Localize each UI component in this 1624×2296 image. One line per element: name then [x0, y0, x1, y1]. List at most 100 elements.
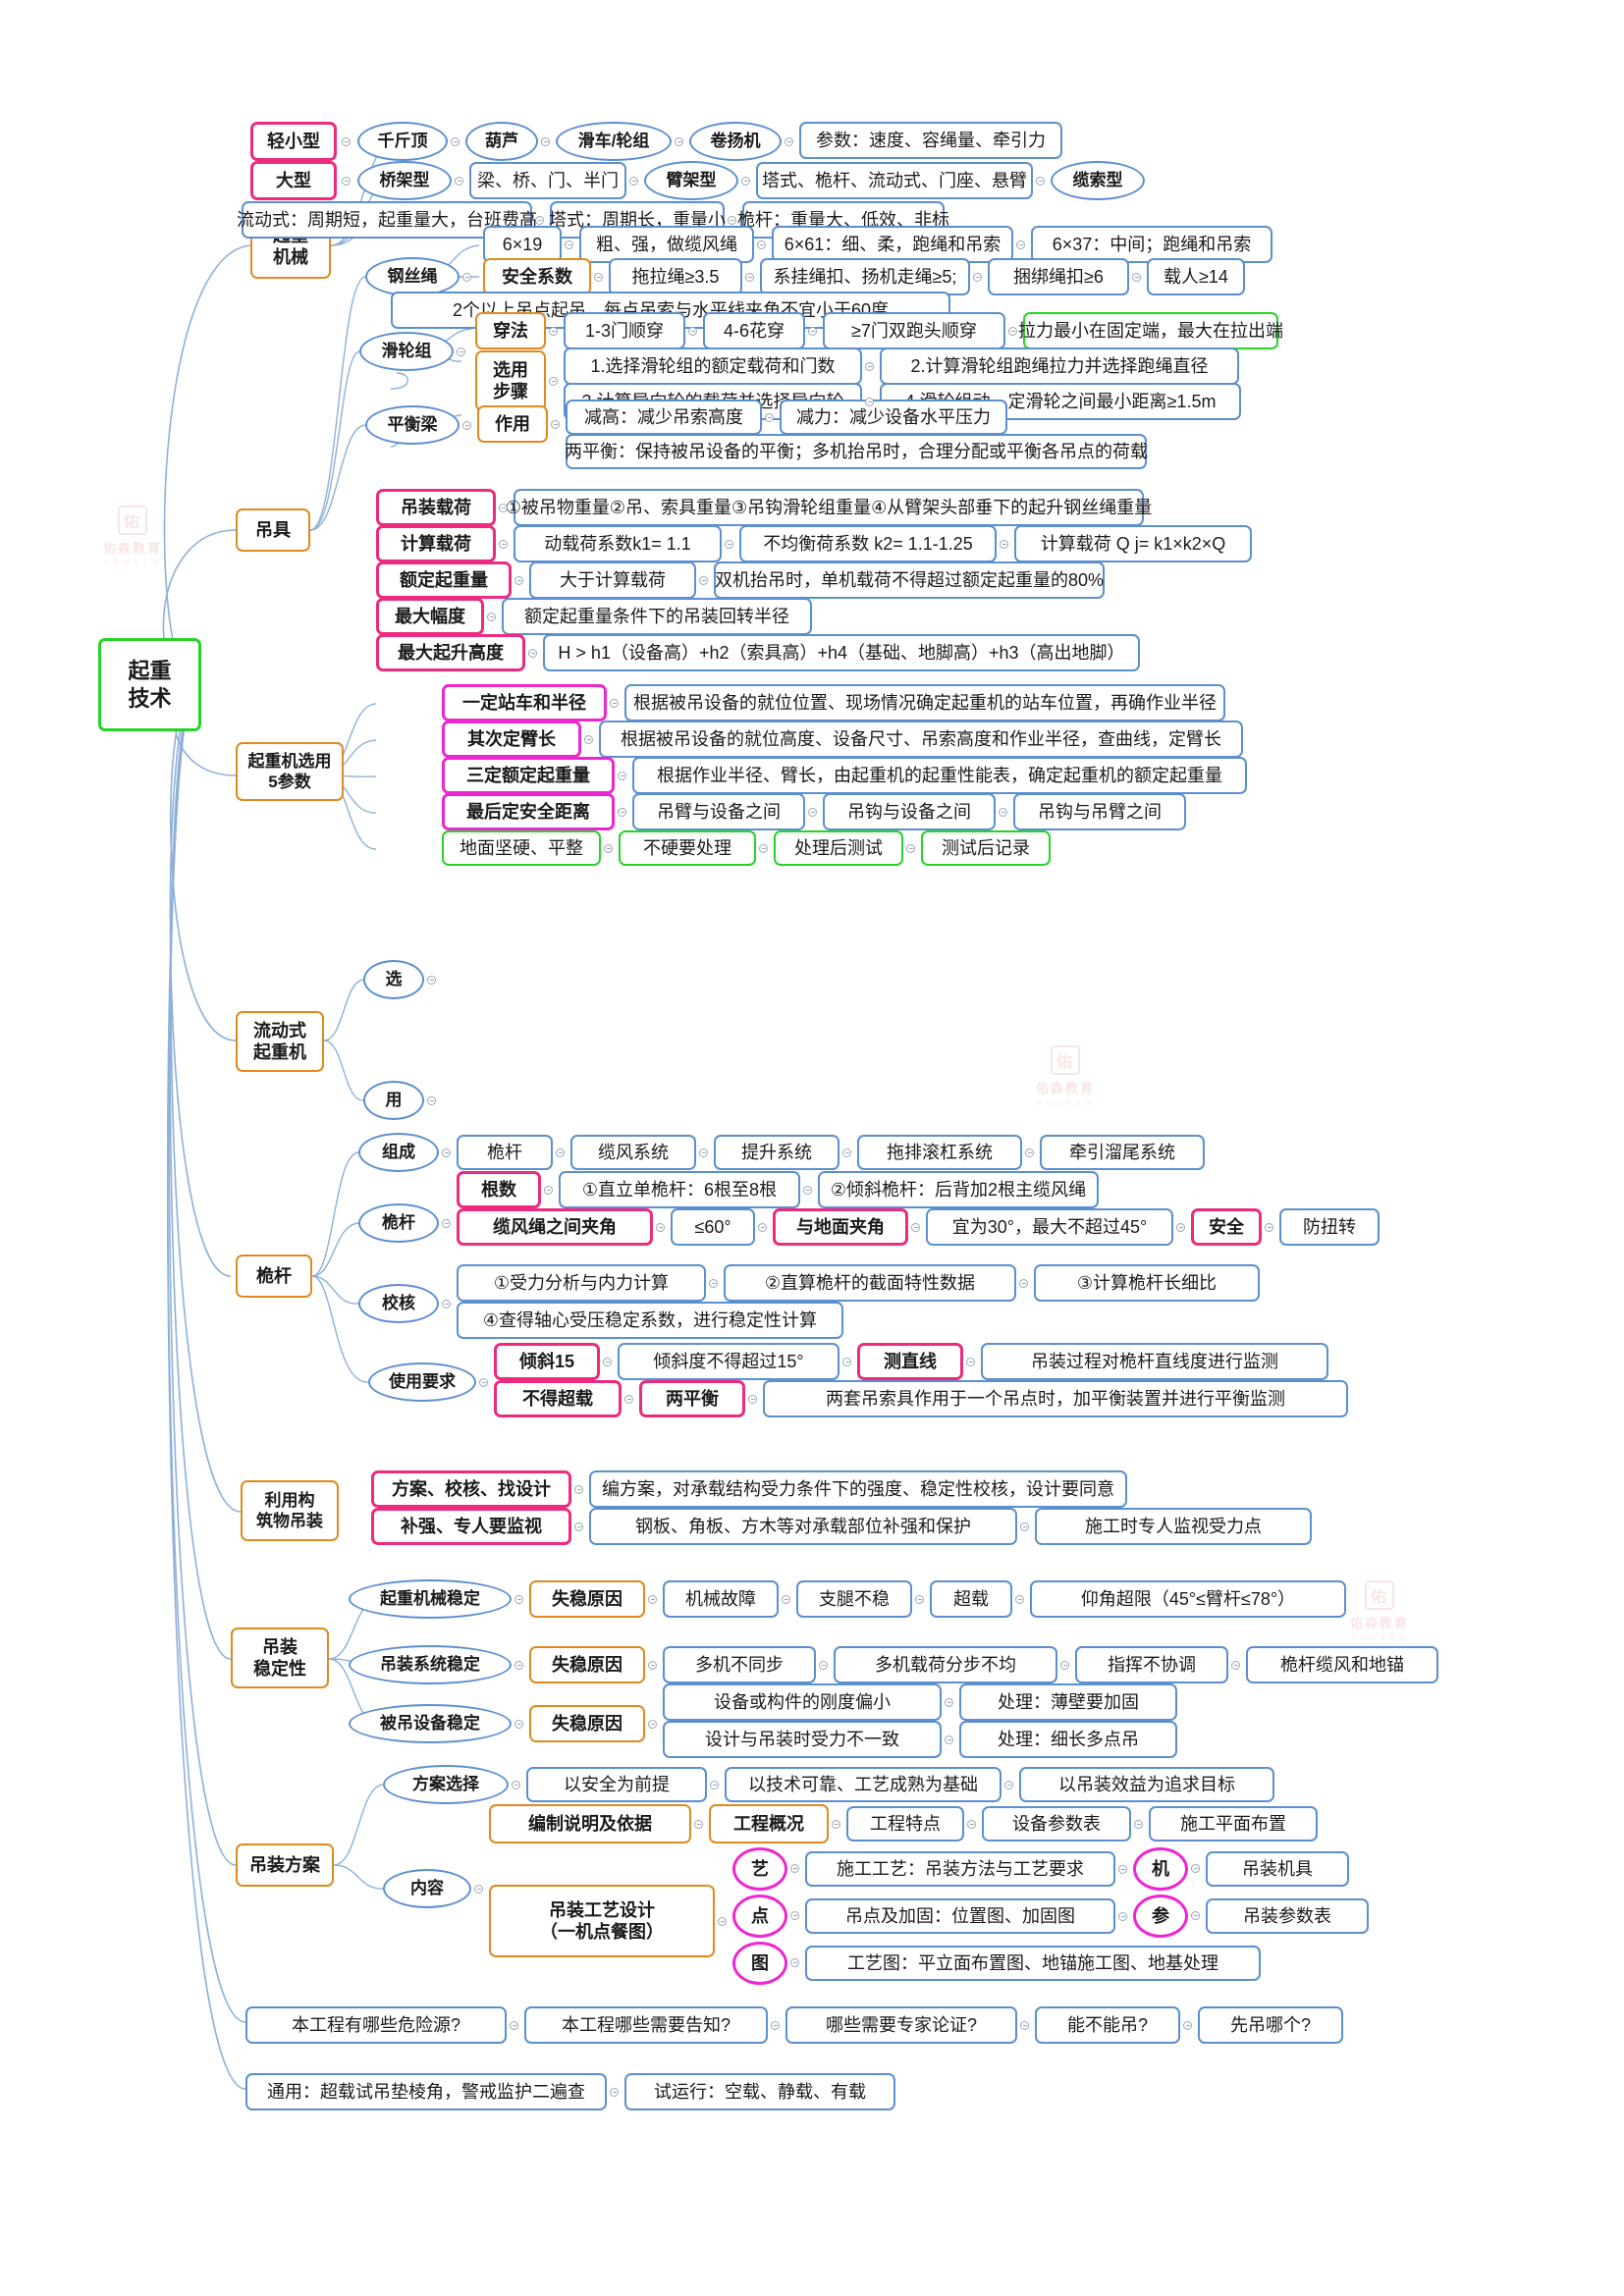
node-gongcheng-gaikuang[interactable]: 工程概况	[709, 1804, 829, 1843]
collapse-knob[interactable]	[1191, 1864, 1200, 1873]
node-chuanfa[interactable]: 穿法	[475, 312, 546, 349]
collapse-knob[interactable]	[675, 137, 683, 146]
node-dimian-jianying[interactable]: 地面坚硬、平整	[442, 830, 601, 866]
collapse-knob[interactable]	[603, 1358, 612, 1366]
collapse-knob[interactable]	[945, 1698, 953, 1707]
node-liangqiaomen[interactable]: 梁、桥、门、半门	[469, 162, 626, 199]
node-diaozhuang-zaihe-desc[interactable]: ①被吊物重量②吊、索具重量③吊钩滑轮组重量④从臂架头部垂下的起升钢丝绳重量	[506, 489, 1152, 526]
node-liangpingheng-desc[interactable]: 两套吊索具作用于一个吊点时，加平衡装置并进行平衡监测	[763, 1380, 1348, 1417]
node-zhihui-buxietiao[interactable]: 指挥不协调	[1075, 1646, 1228, 1683]
node-qingxie15[interactable]: 倾斜15	[494, 1343, 600, 1380]
collapse-knob[interactable]	[565, 240, 573, 249]
node-qianjinding[interactable]: 千斤顶	[357, 122, 448, 161]
branch-fangan[interactable]: 吊装方案	[236, 1843, 334, 1887]
branch-liudongshi[interactable]: 流动式 起重机	[236, 1011, 324, 1072]
collapse-knob[interactable]	[1265, 1223, 1273, 1232]
node-jiaohe-2[interactable]: ②直算桅杆的截面特性数据	[724, 1264, 1016, 1302]
collapse-knob[interactable]	[915, 1595, 924, 1604]
node-bijiaxing[interactable]: 臂架型	[644, 161, 738, 200]
collapse-knob[interactable]	[842, 1358, 851, 1366]
collapse-knob[interactable]	[819, 1661, 828, 1670]
node-qici-dingbichang[interactable]: 其次定臂长	[442, 721, 581, 758]
node-shigong-pingmian[interactable]: 施工平面布置	[1149, 1806, 1318, 1842]
node-budechaozai[interactable]: 不得超载	[494, 1380, 622, 1417]
collapse-knob[interactable]	[610, 699, 619, 708]
node-tisheng-xitong[interactable]: 提升系统	[714, 1135, 839, 1170]
collapse-knob[interactable]	[999, 808, 1007, 817]
node-general-2[interactable]: 试运行：空载、静载、有载	[624, 2073, 895, 2110]
collapse-knob[interactable]	[648, 1595, 657, 1604]
node-ceshihoujilu[interactable]: 测试后记录	[921, 830, 1051, 866]
collapse-knob[interactable]	[462, 421, 471, 430]
collapse-knob[interactable]	[1118, 1912, 1127, 1921]
node-qici-dingbichang-desc[interactable]: 根据被吊设备的就位高度、设备尺寸、吊索高度和作业半径，查曲线，定臂长	[599, 721, 1243, 758]
node-hulu[interactable]: 葫芦	[465, 122, 538, 161]
node-kunbangshengkou[interactable]: 捆绑绳扣≥6	[988, 258, 1129, 295]
node-jiaohe-4[interactable]: ④查得轴心受压稳定系数，进行稳定性计算	[457, 1302, 843, 1339]
node-liangpingheng[interactable]: 两平衡	[639, 1380, 745, 1417]
collapse-knob[interactable]	[604, 844, 613, 853]
node-tuopai-xitong[interactable]: 拖排滚杠系统	[857, 1135, 1022, 1170]
node-eding-qizhongliang[interactable]: 额定起重量	[376, 561, 512, 599]
collapse-knob[interactable]	[618, 808, 626, 817]
node-qingxiedu[interactable]: 倾斜度不得超过15°	[618, 1343, 839, 1380]
node-shuangji-taidiao[interactable]: 双机抬吊时，单机载荷不得超过额定起重量的80%	[714, 561, 1105, 599]
collapse-knob[interactable]	[842, 1148, 851, 1157]
collapse-knob[interactable]	[1015, 1595, 1024, 1604]
collapse-knob[interactable]	[758, 1223, 767, 1232]
collapse-knob[interactable]	[541, 137, 550, 146]
collapse-knob[interactable]	[906, 844, 915, 853]
node-canshu[interactable]: 参数：速度、容绳量、牵引力	[799, 122, 1062, 159]
collapse-knob[interactable]	[457, 347, 465, 356]
node-fangan-jiaohe-zhaosheji[interactable]: 方案、校核、找设计	[371, 1470, 571, 1508]
collapse-knob[interactable]	[594, 273, 603, 282]
collapse-knob[interactable]	[1183, 2021, 1192, 2030]
collapse-knob[interactable]	[514, 576, 523, 585]
node-diaogou-diaobi[interactable]: 吊钩与吊臂之间	[1013, 793, 1186, 830]
node-anquan[interactable]: 安全	[1191, 1208, 1262, 1246]
node-question-3[interactable]: 哪些需要专家论证?	[785, 2006, 1017, 2044]
collapse-knob[interactable]	[342, 137, 351, 146]
node-jisuan-gongshi[interactable]: 计算载荷 Q j= k1×k2×Q	[1014, 525, 1252, 562]
collapse-knob[interactable]	[1118, 1865, 1127, 1874]
collapse-knob[interactable]	[342, 177, 351, 186]
node-jiaohe[interactable]: 校核	[358, 1284, 439, 1323]
node-jixie-guzhang[interactable]: 机械故障	[663, 1580, 779, 1618]
collapse-knob[interactable]	[487, 613, 496, 621]
node-lansuoxing[interactable]: 缆索型	[1051, 161, 1145, 200]
collapse-knob[interactable]	[514, 1661, 523, 1670]
node-sanding-eding-desc[interactable]: 根据作业半径、臂长，由起重机的起重性能表，确定起重机的额定起重量	[632, 757, 1247, 794]
node-diaozhuang-zaihe[interactable]: 吊装载荷	[376, 489, 496, 526]
node-jixie-wending[interactable]: 起重机械稳定	[349, 1579, 512, 1619]
collapse-knob[interactable]	[1060, 1661, 1069, 1670]
collapse-knob[interactable]	[648, 1661, 657, 1670]
collapse-knob[interactable]	[528, 649, 537, 658]
node-yudimian-jiajiao[interactable]: 与地面夹角	[773, 1208, 908, 1246]
node-diaozhuang-jiju[interactable]: 吊装机具	[1206, 1851, 1349, 1887]
node-bianzhi-shuoming[interactable]: 编制说明及依据	[489, 1804, 691, 1843]
node-1-3men[interactable]: 1-3门顺穿	[564, 312, 685, 349]
collapse-knob[interactable]	[514, 1720, 523, 1729]
badge-ji-icon[interactable]: 机	[1133, 1847, 1188, 1891]
node-question-5[interactable]: 先吊哪个?	[1198, 2006, 1343, 2044]
node-tashi-weigan[interactable]: 塔式、桅杆、流动式、门座、悬臂	[756, 162, 1033, 199]
node-lali[interactable]: 拉力最小在固定端，最大在拉出端	[1018, 312, 1283, 349]
node-shigongshi-jianshi[interactable]: 施工时专人监视受力点	[1035, 1508, 1312, 1545]
node-jiangao[interactable]: 减高：减少吊索高度	[566, 400, 762, 435]
collapse-knob[interactable]	[442, 1300, 451, 1308]
node-diaozhuang-xiaoyi[interactable]: 以吊装效益为追求目标	[1019, 1767, 1274, 1802]
node-qiaojiaxing[interactable]: 桥架型	[357, 161, 452, 200]
collapse-knob[interactable]	[1004, 1781, 1013, 1789]
node-zuoyong[interactable]: 作用	[477, 405, 548, 443]
node-anquan-qianti[interactable]: 以安全为前提	[526, 1767, 707, 1802]
node-step-2[interactable]: 2.计算滑轮组跑绳拉力并选择跑绳直径	[880, 347, 1239, 385]
collapse-knob[interactable]	[1036, 177, 1045, 186]
collapse-knob[interactable]	[967, 1820, 976, 1829]
collapse-knob[interactable]	[474, 1885, 483, 1894]
collapse-knob[interactable]	[1020, 1522, 1029, 1531]
collapse-knob[interactable]	[629, 177, 638, 186]
collapse-knob[interactable]	[911, 1223, 920, 1232]
collapse-knob[interactable]	[728, 216, 736, 225]
collapse-knob[interactable]	[1176, 1223, 1185, 1232]
node-bianfangan-desc[interactable]: 编方案，对承载结构受力条件下的强度、稳定性校核，设计要同意	[589, 1470, 1127, 1508]
